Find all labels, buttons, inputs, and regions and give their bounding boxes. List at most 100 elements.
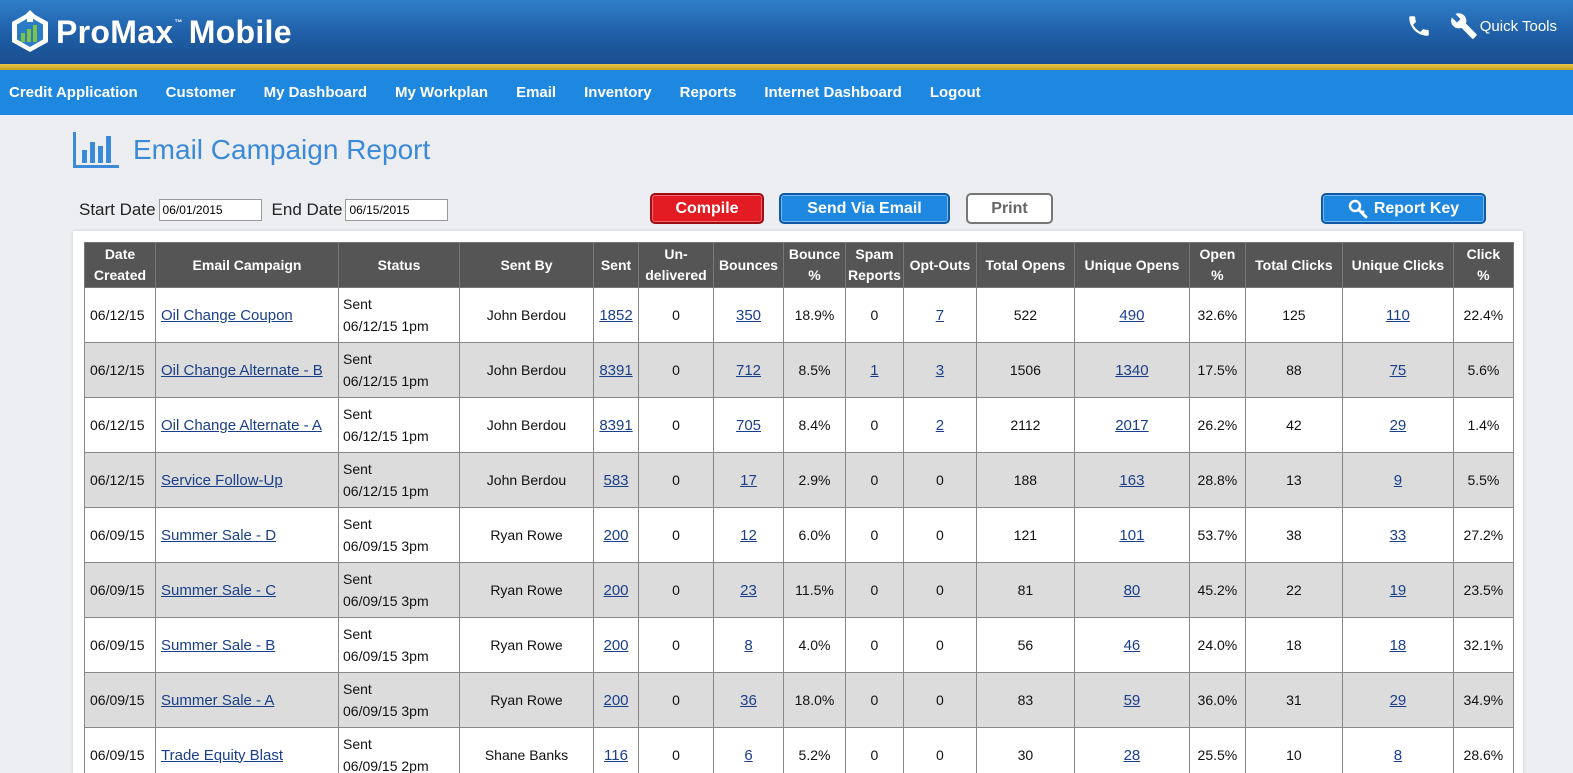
nav-my-workplan[interactable]: My Workplan [395, 84, 488, 101]
unique-clicks-link[interactable]: 19 [1390, 582, 1407, 599]
start-date-input[interactable] [158, 199, 262, 221]
column-header[interactable]: Status [338, 242, 460, 288]
column-header[interactable]: Date Created [84, 242, 156, 288]
bounces-link[interactable]: 36 [740, 692, 757, 709]
sent-link[interactable]: 116 [604, 747, 628, 764]
phone-icon[interactable] [1406, 13, 1432, 39]
column-header[interactable]: Un-delivered [638, 242, 714, 288]
nav-inventory[interactable]: Inventory [584, 84, 652, 101]
optouts-link[interactable]: 2 [936, 417, 944, 434]
undelivered-value: 0 [672, 692, 680, 708]
unique-opens-link[interactable]: 59 [1124, 692, 1141, 709]
bounces-link[interactable]: 6 [744, 747, 752, 764]
campaign-link[interactable]: Summer Sale - B [161, 637, 275, 654]
sent-link[interactable]: 8391 [599, 362, 632, 379]
bounces-link[interactable]: 12 [740, 527, 757, 544]
open-pct-value: 36.0% [1197, 692, 1238, 708]
optouts-link[interactable]: 3 [936, 362, 944, 379]
sent-link[interactable]: 200 [603, 582, 628, 599]
unique-clicks-link[interactable]: 9 [1394, 472, 1402, 489]
unique-clicks-link[interactable]: 29 [1390, 692, 1407, 709]
cell-total-opens: 30 [975, 727, 1075, 773]
compile-button[interactable]: Compile [650, 193, 764, 224]
cell-spam: 0 [845, 617, 904, 673]
column-header[interactable]: Bounce% [783, 242, 846, 288]
bounces-link[interactable]: 705 [736, 417, 761, 434]
cell-unique-opens: 101 [1073, 507, 1190, 563]
page-title: Email Campaign Report [133, 134, 431, 165]
column-header[interactable]: Email Campaign [155, 242, 339, 288]
unique-clicks-link[interactable]: 75 [1390, 362, 1407, 379]
end-date-input[interactable] [345, 199, 449, 221]
table-row: 06/12/15 Service Follow-Up Sent 06/12/15 1p… [84, 452, 1514, 508]
column-header-text: Reports [848, 267, 901, 283]
unique-opens-link[interactable]: 490 [1119, 307, 1144, 324]
nav-customer[interactable]: Customer [166, 84, 236, 101]
unique-clicks-link[interactable]: 110 [1386, 307, 1410, 324]
bounces-link[interactable]: 8 [744, 637, 752, 654]
column-header[interactable]: Sent By [459, 242, 594, 288]
campaign-link[interactable]: Oil Change Alternate - B [161, 362, 323, 379]
sent-link[interactable]: 200 [603, 637, 628, 654]
sent-link[interactable]: 8391 [599, 417, 632, 434]
report-key-button[interactable]: Report Key [1321, 193, 1486, 224]
bounces-link[interactable]: 350 [736, 307, 761, 324]
column-header[interactable]: Total Clicks [1244, 242, 1343, 288]
column-header[interactable]: Open% [1188, 242, 1246, 288]
print-button[interactable]: Print [966, 193, 1053, 224]
unique-clicks-link[interactable]: 8 [1394, 747, 1402, 764]
cell-total-opens: 81 [975, 562, 1075, 618]
campaign-link[interactable]: Service Follow-Up [161, 472, 283, 489]
status-timestamp: 06/12/15 1pm [343, 318, 429, 334]
wrench-icon[interactable] [1450, 12, 1478, 40]
quick-tools-link[interactable]: Quick Tools [1480, 18, 1557, 35]
nav-email[interactable]: Email [516, 84, 556, 101]
campaign-link[interactable]: Oil Change Coupon [161, 307, 293, 324]
unique-clicks-link[interactable]: 18 [1390, 637, 1407, 654]
unique-opens-link[interactable]: 80 [1124, 582, 1141, 599]
spam-link[interactable]: 1 [870, 362, 878, 379]
cell-total-clicks: 22 [1244, 562, 1343, 618]
bounces-link[interactable]: 712 [736, 362, 761, 379]
campaign-link[interactable]: Summer Sale - A [161, 692, 274, 709]
column-header[interactable]: Total Opens [975, 242, 1075, 288]
nav-internet-dashboard[interactable]: Internet Dashboard [764, 84, 902, 101]
sent-link[interactable]: 1852 [599, 307, 632, 324]
campaign-link[interactable]: Trade Equity Blast [161, 747, 283, 764]
unique-clicks-link[interactable]: 33 [1390, 527, 1407, 544]
sent-link[interactable]: 583 [603, 472, 628, 489]
column-header[interactable]: Bounces [713, 242, 784, 288]
campaign-link[interactable]: Summer Sale - D [161, 527, 276, 544]
campaign-link[interactable]: Summer Sale - C [161, 582, 276, 599]
nav-logout[interactable]: Logout [930, 84, 981, 101]
bar-chart-icon [73, 132, 119, 168]
table-row: 06/09/15 Summer Sale - C Sent 06/09/15 3pm R… [84, 562, 1514, 618]
unique-opens-link[interactable]: 163 [1119, 472, 1144, 489]
bounces-link[interactable]: 17 [740, 472, 757, 489]
column-header[interactable]: Spam Reports [845, 242, 904, 288]
undelivered-value: 0 [672, 747, 680, 763]
column-header[interactable]: Sent [593, 242, 639, 288]
cell-bounces: 6 [713, 727, 784, 773]
column-header[interactable]: Unique Opens [1073, 242, 1190, 288]
date-value: 06/09/15 [90, 527, 145, 543]
bounces-link[interactable]: 23 [740, 582, 757, 599]
column-header[interactable]: Opt-Outs [902, 242, 977, 288]
unique-opens-link[interactable]: 1340 [1115, 362, 1148, 379]
unique-opens-link[interactable]: 46 [1124, 637, 1141, 654]
sent-link[interactable]: 200 [603, 527, 628, 544]
unique-opens-link[interactable]: 2017 [1115, 417, 1148, 434]
campaign-link[interactable]: Oil Change Alternate - A [161, 417, 322, 434]
promax-logo[interactable]: ProMax™ Mobile [10, 10, 292, 54]
unique-opens-link[interactable]: 101 [1119, 527, 1144, 544]
send-via-email-button[interactable]: Send Via Email [779, 193, 950, 224]
nav-reports[interactable]: Reports [680, 84, 737, 101]
nav-credit-application[interactable]: Credit Application [9, 84, 138, 101]
unique-clicks-link[interactable]: 29 [1390, 417, 1407, 434]
optouts-link[interactable]: 7 [936, 307, 944, 324]
unique-opens-link[interactable]: 28 [1124, 747, 1141, 764]
nav-my-dashboard[interactable]: My Dashboard [264, 84, 367, 101]
column-header[interactable]: Click% [1452, 242, 1514, 288]
sent-link[interactable]: 200 [603, 692, 628, 709]
column-header[interactable]: Unique Clicks [1341, 242, 1454, 288]
